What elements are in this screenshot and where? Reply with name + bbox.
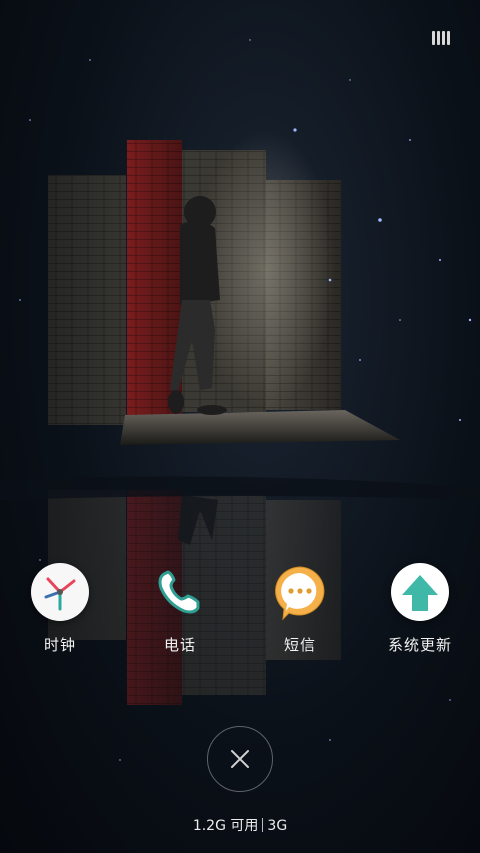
app-label: 短信 — [283, 636, 316, 654]
system-update-icon — [391, 563, 449, 621]
app-label: 时钟 — [43, 636, 76, 654]
clear-all-button[interactable] — [207, 726, 273, 792]
memory-total: 3G — [267, 818, 288, 834]
message-icon — [271, 563, 329, 621]
app-shortcuts: 时钟 电话 短信 系统更新 — [0, 563, 480, 663]
app-label: 电话 — [163, 636, 196, 654]
memory-available: 1.2G 可用 — [192, 818, 259, 834]
clock-icon — [31, 563, 89, 621]
menu-grid-icon[interactable] — [432, 31, 450, 45]
divider — [262, 818, 264, 832]
app-label: 系统更新 — [387, 636, 452, 654]
close-icon — [231, 750, 249, 768]
memory-info: 1.2G 可用 3G — [0, 815, 480, 835]
app-phone[interactable]: 电话 — [135, 563, 225, 655]
app-clock[interactable]: 时钟 — [15, 563, 105, 655]
app-system-update[interactable]: 系统更新 — [375, 563, 465, 655]
phone-icon — [151, 563, 209, 621]
app-messages[interactable]: 短信 — [255, 563, 345, 655]
